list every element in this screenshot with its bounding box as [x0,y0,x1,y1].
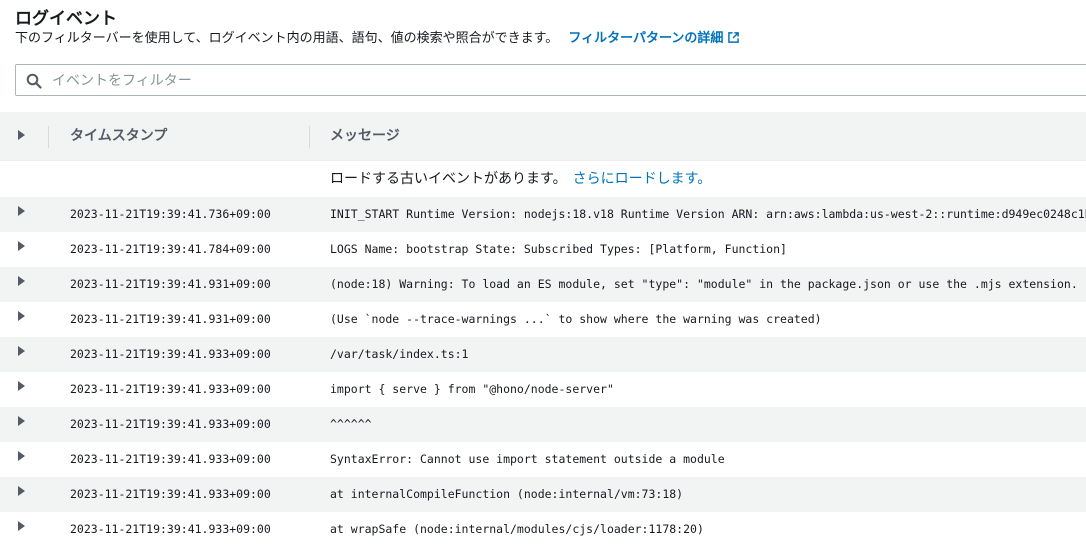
filter-pattern-link-label: フィルターパターンの詳細 [568,31,724,46]
load-older-events-row: ロードする古いイベントがあります。 さらにロードします。 [0,161,1086,197]
log-events-table: タイムスタンプ メッセージ ロードする古いイベントがあります。 さらにロードします… [0,112,1086,547]
timestamp-cell: 2023-11-21T19:39:41.933+09:00 [70,452,271,466]
table-row[interactable]: 2023-11-21T19:39:41.784+09:00 LOGS Name: … [0,232,1086,267]
expand-row-icon[interactable] [18,381,25,391]
load-more-link[interactable]: さらにロードします。 [573,171,712,187]
table-row[interactable]: 2023-11-21T19:39:41.931+09:00 (Use `node … [0,302,1086,337]
message-cell: INIT_START Runtime Version: nodejs:18.v1… [330,207,1086,221]
table-row[interactable]: 2023-11-21T19:39:41.933+09:00 SyntaxError… [0,442,1086,477]
log-events-header: ログイベント 下のフィルターバーを使用して、ログイベント内の用語、語句、値の検索… [0,0,1086,48]
column-divider [309,126,310,148]
table-row[interactable]: 2023-11-21T19:39:41.933+09:00 import { se… [0,372,1086,407]
message-cell: at internalCompileFunction (node:interna… [330,487,684,501]
filter-pattern-details-link[interactable]: フィルターパターンの詳細 [568,31,740,46]
table-row[interactable]: 2023-11-21T19:39:41.933+09:00 at wrapSafe… [0,512,1086,547]
timestamp-cell: 2023-11-21T19:39:41.933+09:00 [70,522,271,536]
timestamp-cell: 2023-11-21T19:39:41.931+09:00 [70,312,271,326]
timestamp-cell: 2023-11-21T19:39:41.933+09:00 [70,417,271,431]
expand-all-toggle-icon[interactable] [18,130,25,140]
message-cell: /var/task/index.ts:1 [330,347,469,361]
expand-row-icon[interactable] [18,241,25,251]
load-older-text: ロードする古いイベントがあります。 [330,171,567,187]
column-header-message[interactable]: メッセージ [330,127,400,145]
timestamp-cell: 2023-11-21T19:39:41.931+09:00 [70,277,271,291]
log-event-rows: 2023-11-21T19:39:41.736+09:00 INIT_START … [0,197,1086,547]
message-cell: (Use `node --trace-warnings ...` to show… [330,312,822,326]
timestamp-cell: 2023-11-21T19:39:41.784+09:00 [70,242,271,256]
page-description: 下のフィルターバーを使用して、ログイベント内の用語、語句、値の検索や照合ができま… [15,30,1086,48]
timestamp-cell: 2023-11-21T19:39:41.736+09:00 [70,207,271,221]
table-row[interactable]: 2023-11-21T19:39:41.931+09:00 (node:18) W… [0,267,1086,302]
filter-events-search[interactable] [15,64,1086,97]
search-icon [26,73,42,89]
table-row[interactable]: 2023-11-21T19:39:41.736+09:00 INIT_START … [0,197,1086,232]
timestamp-cell: 2023-11-21T19:39:41.933+09:00 [70,347,271,361]
load-older-message: ロードする古いイベントがあります。 さらにロードします。 [330,170,711,188]
column-divider [48,126,49,148]
message-cell: SyntaxError: Cannot use import statement… [330,452,725,466]
table-row[interactable]: 2023-11-21T19:39:41.933+09:00 at internal… [0,477,1086,512]
description-text: 下のフィルターバーを使用して、ログイベント内の用語、語句、値の検索や照合ができま… [15,31,559,46]
message-cell: ^^^^^^ [330,417,372,431]
page-title: ログイベント [15,9,117,29]
timestamp-cell: 2023-11-21T19:39:41.933+09:00 [70,382,271,396]
expand-row-icon[interactable] [18,206,25,216]
message-cell: LOGS Name: bootstrap State: Subscribed T… [330,242,787,256]
external-link-icon [728,32,740,43]
message-cell: at wrapSafe (node:internal/modules/cjs/l… [330,522,704,536]
table-row[interactable]: 2023-11-21T19:39:41.933+09:00 ^^^^^^ [0,407,1086,442]
expand-row-icon[interactable] [18,416,25,426]
message-cell: (node:18) Warning: To load an ES module,… [330,277,1078,291]
expand-row-icon[interactable] [18,311,25,321]
column-header-timestamp[interactable]: タイムスタンプ [70,127,167,145]
message-cell: import { serve } from "@hono/node-server… [330,382,614,396]
expand-row-icon[interactable] [18,346,25,356]
search-input[interactable] [50,65,954,97]
expand-row-icon[interactable] [18,521,25,531]
expand-row-icon[interactable] [18,276,25,286]
expand-row-icon[interactable] [18,451,25,461]
table-row[interactable]: 2023-11-21T19:39:41.933+09:00/var/task/i… [0,337,1086,372]
timestamp-cell: 2023-11-21T19:39:41.933+09:00 [70,487,271,501]
table-header: タイムスタンプ メッセージ [0,112,1086,161]
expand-row-icon[interactable] [18,486,25,496]
